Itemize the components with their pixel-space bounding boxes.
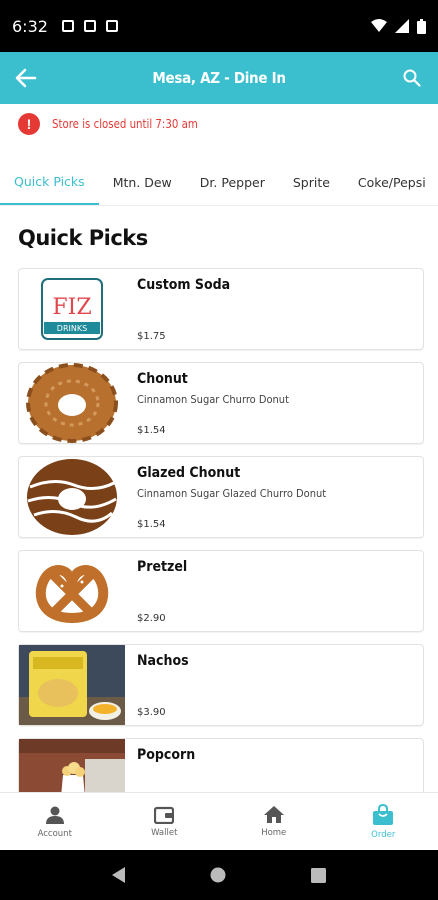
- menu-item-custom-soda[interactable]: FIZ DRINKS Custom Soda $1.75: [18, 268, 424, 350]
- system-back-icon[interactable]: [112, 867, 126, 883]
- search-button[interactable]: [386, 52, 438, 104]
- bottom-navigation: Account Wallet Home Order: [0, 792, 438, 850]
- wallet-icon: [154, 806, 175, 824]
- nav-account[interactable]: Account: [0, 793, 110, 850]
- wifi-icon: [371, 19, 387, 32]
- nav-label: Account: [37, 828, 72, 839]
- item-description: Cinnamon Sugar Glazed Churro Donut: [137, 487, 327, 500]
- tab-quick-picks[interactable]: Quick Picks: [0, 160, 99, 205]
- tab-mtn-dew[interactable]: Mtn. Dew: [99, 160, 186, 205]
- notification-sd-icon: [83, 20, 96, 32]
- fiz-drinks-logo: FIZ DRINKS: [19, 269, 125, 349]
- back-button[interactable]: [0, 52, 52, 104]
- notification-a-icon: [61, 20, 74, 32]
- menu-item-chonut[interactable]: Chonut Cinnamon Sugar Churro Donut $1.54: [18, 362, 424, 444]
- item-price: $1.54: [137, 519, 166, 530]
- system-icons: [371, 18, 426, 34]
- item-name: Chonut: [137, 371, 188, 387]
- item-name: Custom Soda: [137, 277, 231, 293]
- item-name: Glazed Chonut: [137, 465, 241, 481]
- section-title: Quick Picks: [18, 226, 148, 250]
- store-closed-notice: ! Store is closed until 7:30 am: [18, 113, 223, 135]
- menu-item-glazed-chonut[interactable]: Glazed Chonut Cinnamon Sugar Glazed Chur…: [18, 456, 424, 538]
- svg-text:DRINKS: DRINKS: [57, 324, 87, 333]
- order-bag-icon: [373, 803, 394, 825]
- nachos-image: [19, 645, 125, 725]
- item-price: $3.90: [137, 707, 166, 718]
- menu-list: FIZ DRINKS Custom Soda $1.75 Chonut Cinn…: [18, 268, 424, 832]
- signal-icon: [395, 19, 409, 33]
- glazed-chonut-image: [19, 457, 125, 537]
- nav-wallet[interactable]: Wallet: [110, 793, 220, 850]
- menu-item-nachos[interactable]: Nachos $3.90: [18, 644, 424, 726]
- account-icon: [45, 806, 64, 824]
- item-description: Cinnamon Sugar Churro Donut: [137, 393, 289, 406]
- nav-order[interactable]: Order: [329, 793, 438, 850]
- item-name: Pretzel: [137, 559, 188, 575]
- store-closed-text: Store is closed until 7:30 am: [52, 117, 198, 131]
- tab-dr-pepper[interactable]: Dr. Pepper: [186, 160, 279, 205]
- tab-coke-pepsi[interactable]: Coke/Pepsi: [344, 160, 438, 205]
- battery-icon: [417, 18, 426, 34]
- alert-icon: !: [18, 113, 40, 135]
- nav-home[interactable]: Home: [219, 793, 329, 850]
- app-bar: Mesa, AZ - Dine In: [0, 52, 438, 104]
- svg-text:FIZ: FIZ: [52, 295, 91, 320]
- chonut-image: [19, 363, 125, 443]
- item-price: $1.75: [137, 331, 166, 342]
- notification-s-icon: [105, 20, 118, 32]
- status-time: 6:32: [12, 16, 48, 36]
- menu-item-pretzel[interactable]: Pretzel $2.90: [18, 550, 424, 632]
- notification-icons: [61, 20, 118, 32]
- system-navigation-bar: [0, 850, 438, 900]
- pretzel-image: [19, 551, 125, 631]
- status-bar: 6:32: [0, 0, 438, 52]
- item-name: Nachos: [137, 653, 189, 669]
- page-title: Mesa, AZ - Dine In: [152, 69, 286, 87]
- item-name: Popcorn: [137, 747, 196, 763]
- category-tabs: Quick Picks Mtn. Dew Dr. Pepper Sprite C…: [0, 160, 438, 206]
- arrow-left-icon: [15, 68, 37, 88]
- nav-label: Wallet: [151, 827, 178, 838]
- tab-sprite[interactable]: Sprite: [279, 160, 344, 205]
- nav-label: Order: [371, 829, 396, 840]
- home-icon: [263, 806, 284, 823]
- nav-label: Home: [261, 828, 287, 838]
- item-price: $1.54: [137, 425, 166, 436]
- search-icon: [403, 69, 421, 87]
- system-recents-icon[interactable]: [310, 867, 326, 883]
- system-home-icon[interactable]: [210, 867, 226, 883]
- item-price: $2.90: [137, 613, 166, 624]
